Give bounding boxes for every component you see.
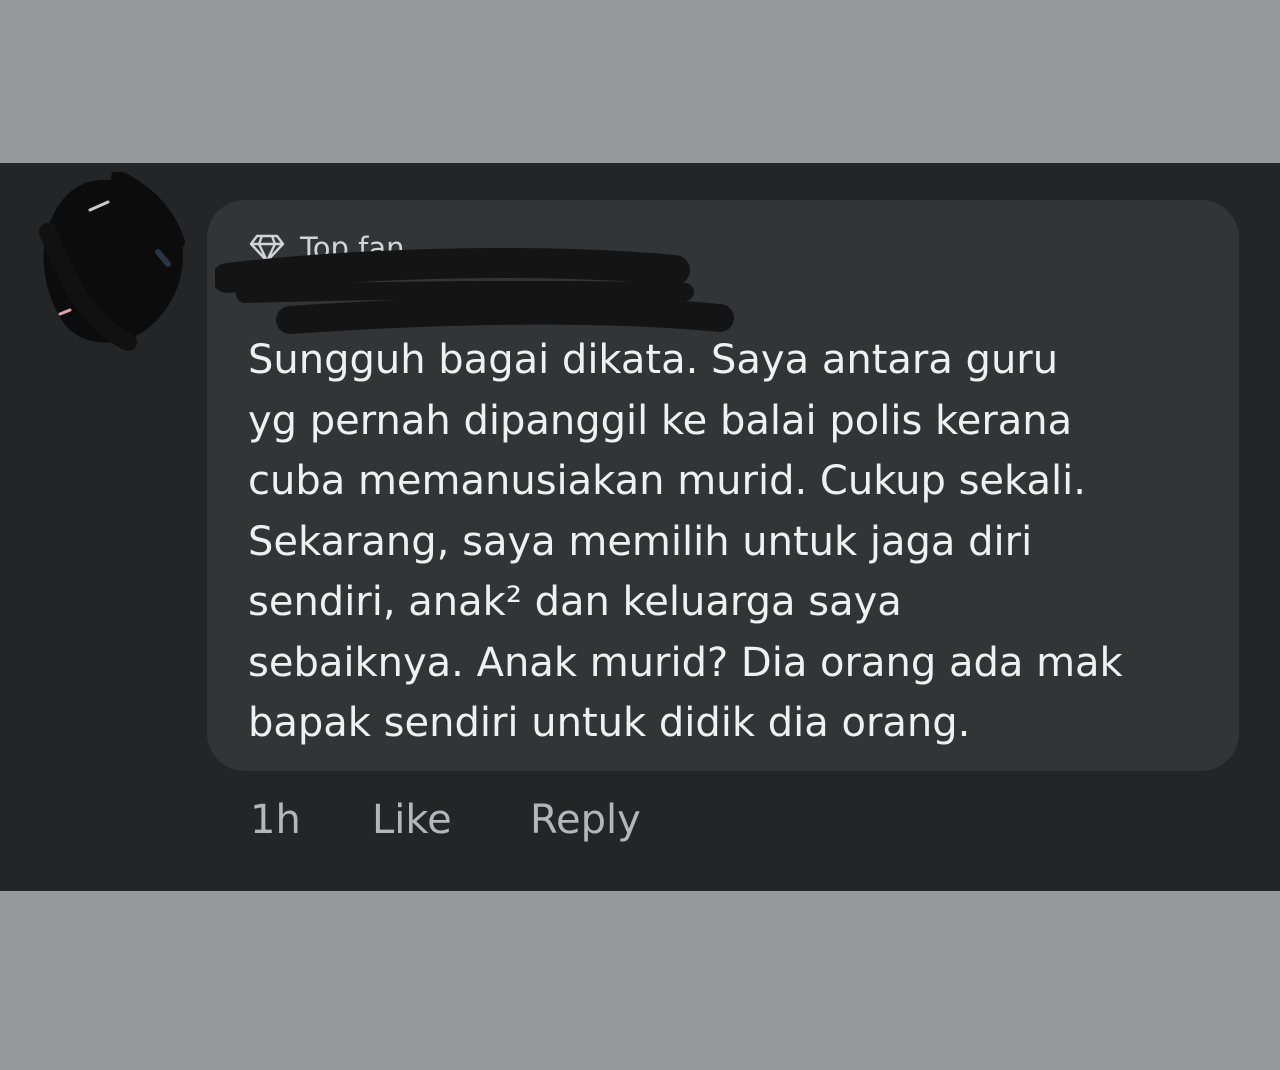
avatar-redacted[interactable]	[28, 172, 198, 352]
comment-text: Sungguh bagai dikata. Saya antara guru y…	[248, 337, 1123, 746]
reply-button[interactable]: Reply	[530, 797, 641, 843]
comment-timestamp[interactable]: 1h	[250, 797, 372, 843]
author-name-redaction	[215, 248, 734, 334]
like-button[interactable]: Like	[372, 797, 530, 843]
comment-actions: 1h Like Reply	[250, 792, 641, 848]
